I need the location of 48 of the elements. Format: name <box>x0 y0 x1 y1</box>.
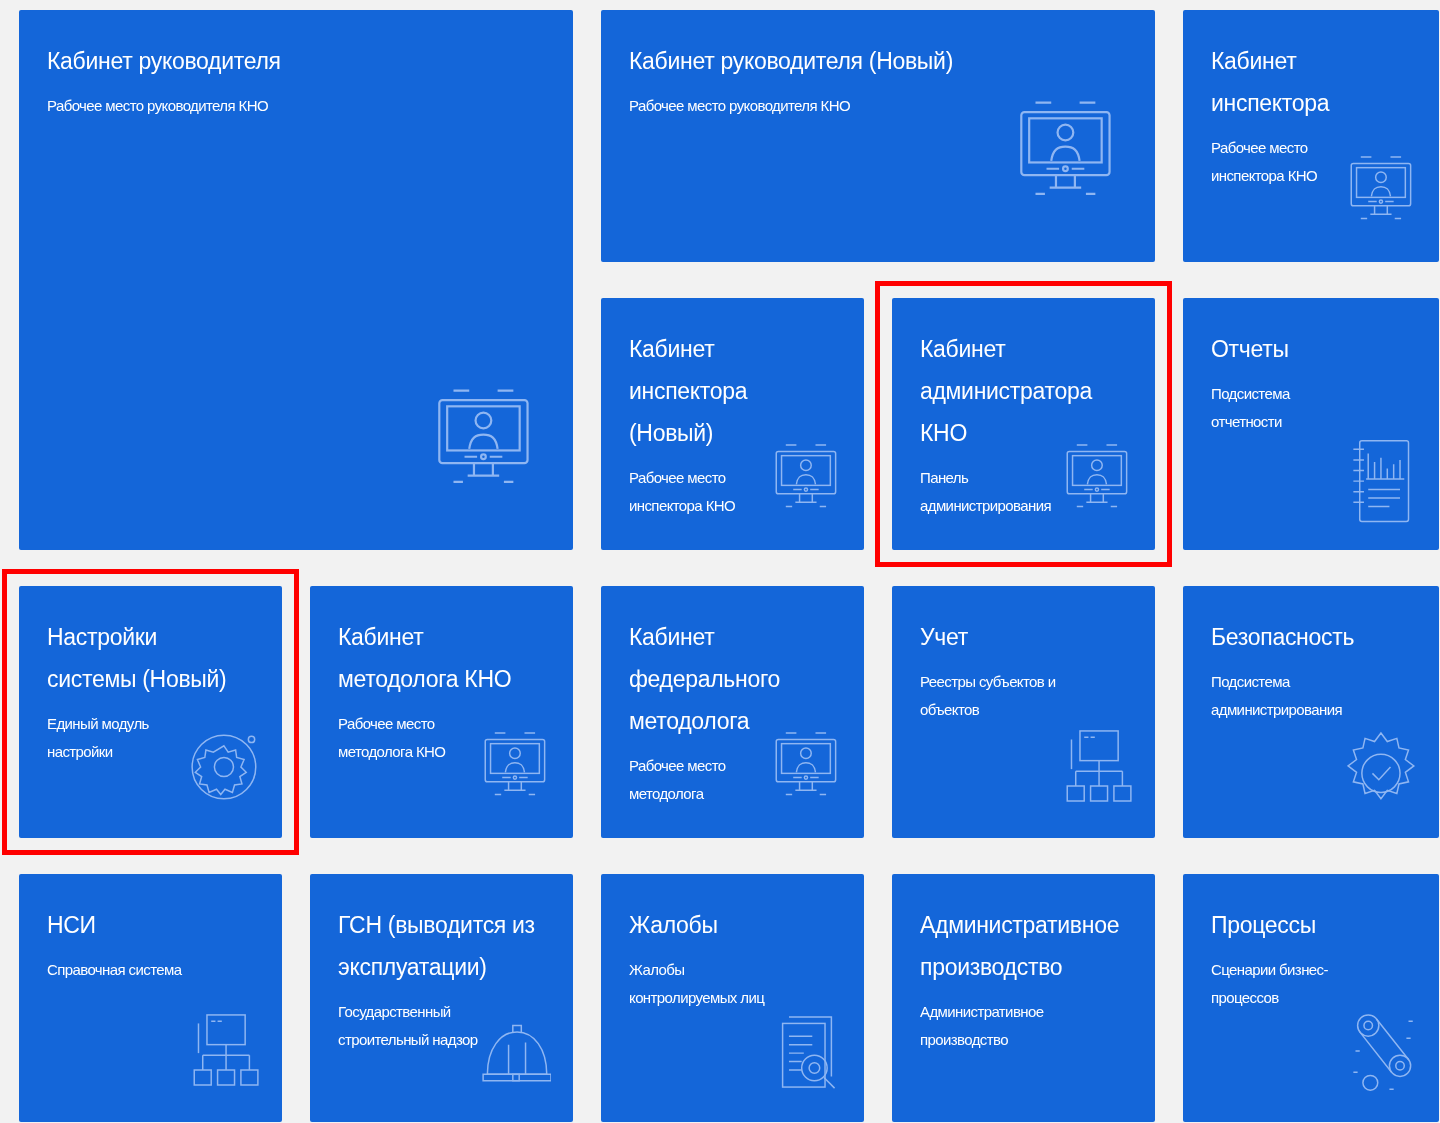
tile-subtitle: Жалобы контролируемых лиц <box>629 960 766 1008</box>
tile-subtitle: Административное производство <box>920 1002 1045 1050</box>
app-tile[interactable]: Кабинет инспектора Рабочее место инспектора КНО <box>1183 10 1439 262</box>
tile-subtitle: Подсистема отчетности <box>1211 384 1292 432</box>
app-tile[interactable]: Кабинет руководителя Рабочее место руководителя КНО <box>19 10 573 550</box>
tile-title: Настройки системы (Новый) <box>47 623 228 694</box>
app-tile[interactable]: Процессы Сценарии бизнес-процессов <box>1183 874 1439 1122</box>
tile-title: Кабинет руководителя (Новый) <box>629 47 954 76</box>
app-tile[interactable]: ГСН (выводится из эксплуатации) Государственный строительный надзор <box>310 874 573 1122</box>
tile-title: ГСН (выводится из эксплуатации) <box>338 911 536 982</box>
tile-title: Кабинет администратора КНО <box>920 335 1094 448</box>
app-tile[interactable]: Жалобы Жалобы контролируемых лиц <box>601 874 864 1122</box>
app-tile[interactable]: Административное производство Административное производство <box>892 874 1155 1122</box>
tile-subtitle: Рабочее место методолога <box>629 756 727 804</box>
tile-subtitle: Сценарии бизнес-процессов <box>1211 960 1329 1008</box>
tile-title: Жалобы <box>629 911 719 940</box>
app-tile[interactable]: Отчеты Подсистема отчетности <box>1183 298 1439 550</box>
tile-subtitle: Рабочее место методолога КНО <box>338 714 447 762</box>
tile-subtitle: Государственный строительный надзор <box>338 1002 479 1050</box>
tile-title: Кабинет инспектора <box>1211 47 1331 118</box>
tile-subtitle: Справочная система <box>47 960 183 980</box>
tile-title: Кабинет федерального методолога <box>629 623 781 736</box>
tile-subtitle: Панель администрирования <box>920 468 1052 516</box>
tile-title: НСИ <box>47 911 97 940</box>
tile-subtitle: Рабочее место руководителя КНО <box>629 96 851 116</box>
app-tile[interactable]: Настройки системы (Новый) Единый модуль настройки <box>19 586 282 838</box>
tile-subtitle: Подсистема администрирования <box>1211 672 1343 720</box>
app-tile[interactable]: НСИ Справочная система <box>19 874 282 1122</box>
tile-title: Кабинет руководителя <box>47 47 282 76</box>
app-tile[interactable]: Кабинет методолога КНО Рабочее место методолога КНО <box>310 586 573 838</box>
tile-subtitle: Рабочее место инспектора КНО <box>629 468 737 516</box>
tile-title: Отчеты <box>1211 335 1290 364</box>
tile-title: Кабинет инспектора (Новый) <box>629 335 749 448</box>
app-tile[interactable]: Безопасность Подсистема администрирования <box>1183 586 1439 838</box>
tile-subtitle: Реестры субъектов и объектов <box>920 672 1057 720</box>
tile-subtitle: Рабочее место инспектора КНО <box>1211 138 1319 186</box>
app-tile[interactable]: Кабинет руководителя (Новый) Рабочее место руководителя КНО <box>601 10 1155 262</box>
tile-subtitle: Единый модуль настройки <box>47 714 150 762</box>
tile-title: Административное производство <box>920 911 1120 982</box>
tile-title: Процессы <box>1211 911 1317 940</box>
app-tile[interactable]: Кабинет федерального методолога Рабочее место методолога <box>601 586 864 838</box>
app-tile[interactable]: Учет Реестры субъектов и объектов <box>892 586 1155 838</box>
tile-title: Безопасность <box>1211 623 1356 652</box>
app-tile[interactable]: Кабинет инспектора (Новый) Рабочее место инспектора КНО <box>601 298 864 550</box>
tile-title: Учет <box>920 623 969 652</box>
tile-subtitle: Рабочее место руководителя КНО <box>47 96 269 116</box>
tile-title: Кабинет методолога КНО <box>338 623 513 694</box>
app-tile[interactable]: Кабинет администратора КНО Панель администрирования <box>892 298 1155 550</box>
